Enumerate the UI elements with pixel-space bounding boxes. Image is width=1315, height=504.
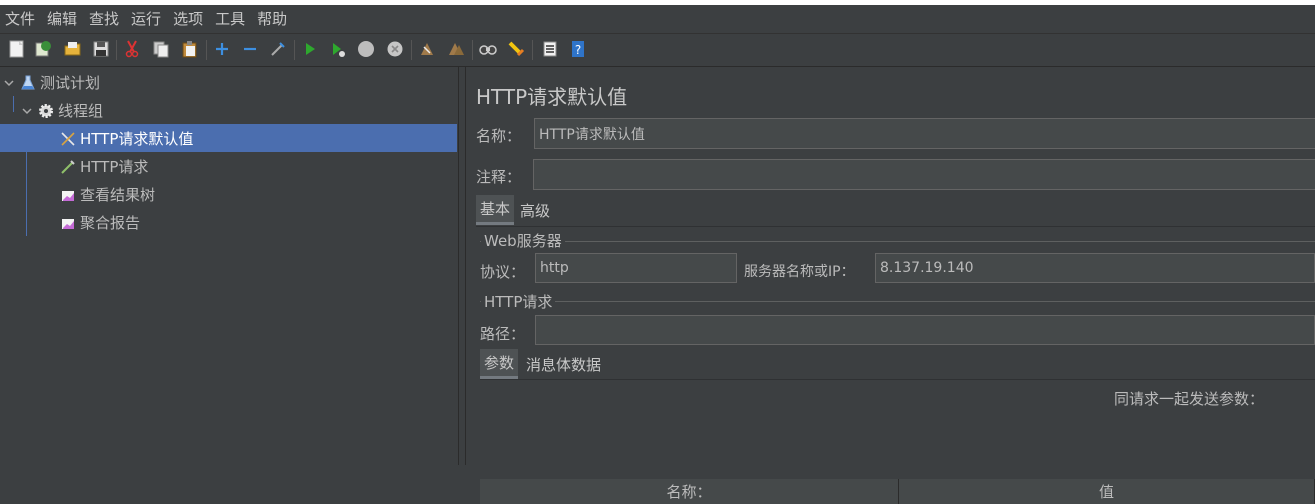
comment-field[interactable] [533, 159, 1315, 190]
tab-basic[interactable]: 基本 [476, 195, 515, 225]
name-field[interactable]: HTTP请求默认值 [534, 118, 1315, 149]
toolbar-separator [532, 40, 533, 60]
name-label: 名称： [476, 127, 522, 145]
tree-item-label: HTTP请求默认值 [80, 130, 194, 148]
menu-options[interactable]: 选项 [168, 5, 208, 33]
column-header-value[interactable]: 值 [899, 479, 1315, 504]
graph-icon [60, 215, 76, 231]
tree-item-http-defaults[interactable]: HTTP请求默认值 [60, 125, 193, 152]
tree-item-test-plan[interactable]: 测试计划 [2, 69, 100, 96]
shutdown-icon[interactable] [385, 39, 405, 59]
name-field-value: HTTP请求默认值 [539, 126, 645, 143]
http-request-legend: HTTP请求 [481, 291, 556, 312]
server-field-value: 8.137.19.140 [880, 260, 974, 276]
reset-search-icon[interactable] [506, 39, 526, 59]
copy-icon[interactable] [151, 39, 171, 59]
function-helper-icon[interactable] [540, 39, 560, 59]
gear-icon [38, 103, 54, 119]
tab-body-data[interactable]: 消息体数据 [522, 349, 605, 379]
path-label: 路径： [480, 325, 526, 343]
clear-icon[interactable] [417, 39, 437, 59]
flask-icon [20, 75, 36, 91]
tree-item-aggregate-report[interactable]: 聚合报告 [60, 209, 140, 236]
menu-tools[interactable]: 工具 [210, 5, 250, 33]
send-params-label: 同请求一起发送参数： [1114, 390, 1265, 408]
path-field[interactable] [535, 315, 1315, 345]
cut-icon[interactable] [122, 39, 142, 59]
pipette-icon [60, 159, 76, 175]
toolbar-separator [411, 40, 412, 60]
protocol-label: 协议： [480, 263, 526, 281]
toolbar-separator [472, 40, 473, 60]
toggle-icon[interactable] [268, 39, 288, 59]
element-config-panel: HTTP请求默认值 名称： HTTP请求默认值 注释： 基本 高级 Web服务器… [466, 67, 1315, 504]
tab-underline [476, 226, 1315, 227]
tree-guide-line [26, 124, 27, 236]
menu-run[interactable]: 运行 [126, 5, 166, 33]
open-icon[interactable] [63, 39, 83, 59]
clear-all-icon[interactable] [446, 39, 466, 59]
tree-item-view-results-tree[interactable]: 查看结果树 [60, 181, 155, 208]
chevron-down-icon[interactable] [20, 104, 34, 118]
tab-parameters[interactable]: 参数 [480, 349, 519, 379]
menu-edit[interactable]: 编辑 [42, 5, 82, 33]
protocol-field[interactable]: http [535, 253, 737, 283]
tree-item-label: HTTP请求 [80, 158, 149, 176]
tree-item-label: 测试计划 [40, 74, 101, 92]
tab-advanced[interactable]: 高级 [516, 195, 554, 225]
toolbar-separator [294, 40, 295, 60]
web-server-group-border [480, 241, 1315, 242]
chevron-down-icon[interactable] [2, 76, 16, 90]
help-icon[interactable]: ? [568, 39, 588, 59]
tree-guide-line [13, 96, 14, 112]
menu-search[interactable]: 查找 [84, 5, 124, 33]
panel-title: HTTP请求默认值 [476, 85, 628, 109]
paste-icon[interactable] [180, 39, 200, 59]
toolbar-separator [206, 40, 207, 60]
expand-icon[interactable] [212, 39, 232, 59]
graph-icon [60, 187, 76, 203]
toolbar: ? [0, 34, 1315, 67]
menu-file[interactable]: 文件 [0, 5, 40, 33]
comment-label: 注释： [476, 168, 522, 186]
menu-bar: 文件 编辑 查找 运行 选项 工具 帮助 [0, 5, 1315, 34]
tab-underline [480, 379, 1315, 380]
templates-icon[interactable] [33, 39, 53, 59]
column-header-name[interactable]: 名称： [480, 479, 899, 504]
tree-item-label: 线程组 [58, 102, 104, 120]
stop-icon[interactable] [356, 39, 376, 59]
tree-item-thread-group[interactable]: 线程组 [20, 97, 103, 124]
tools-icon [60, 131, 76, 147]
save-icon[interactable] [91, 39, 111, 59]
toolbar-separator [116, 40, 117, 60]
new-icon[interactable] [7, 39, 27, 59]
tree-item-http-request[interactable]: HTTP请求 [60, 153, 148, 180]
split-pane-divider[interactable] [459, 67, 466, 465]
protocol-field-value: http [540, 260, 569, 276]
start-icon[interactable] [300, 39, 320, 59]
web-server-legend: Web服务器 [481, 230, 565, 251]
tree-item-label: 查看结果树 [80, 186, 156, 204]
http-request-group-border [480, 301, 1315, 302]
server-field[interactable]: 8.137.19.140 [875, 253, 1315, 283]
search-icon[interactable] [478, 39, 498, 59]
menu-help[interactable]: 帮助 [252, 5, 292, 33]
svg-text:?: ? [575, 43, 581, 57]
tree-item-label: 聚合报告 [80, 214, 141, 232]
collapse-icon[interactable] [240, 39, 260, 59]
start-no-pause-icon[interactable] [328, 39, 348, 59]
server-label: 服务器名称或IP： [744, 264, 855, 280]
